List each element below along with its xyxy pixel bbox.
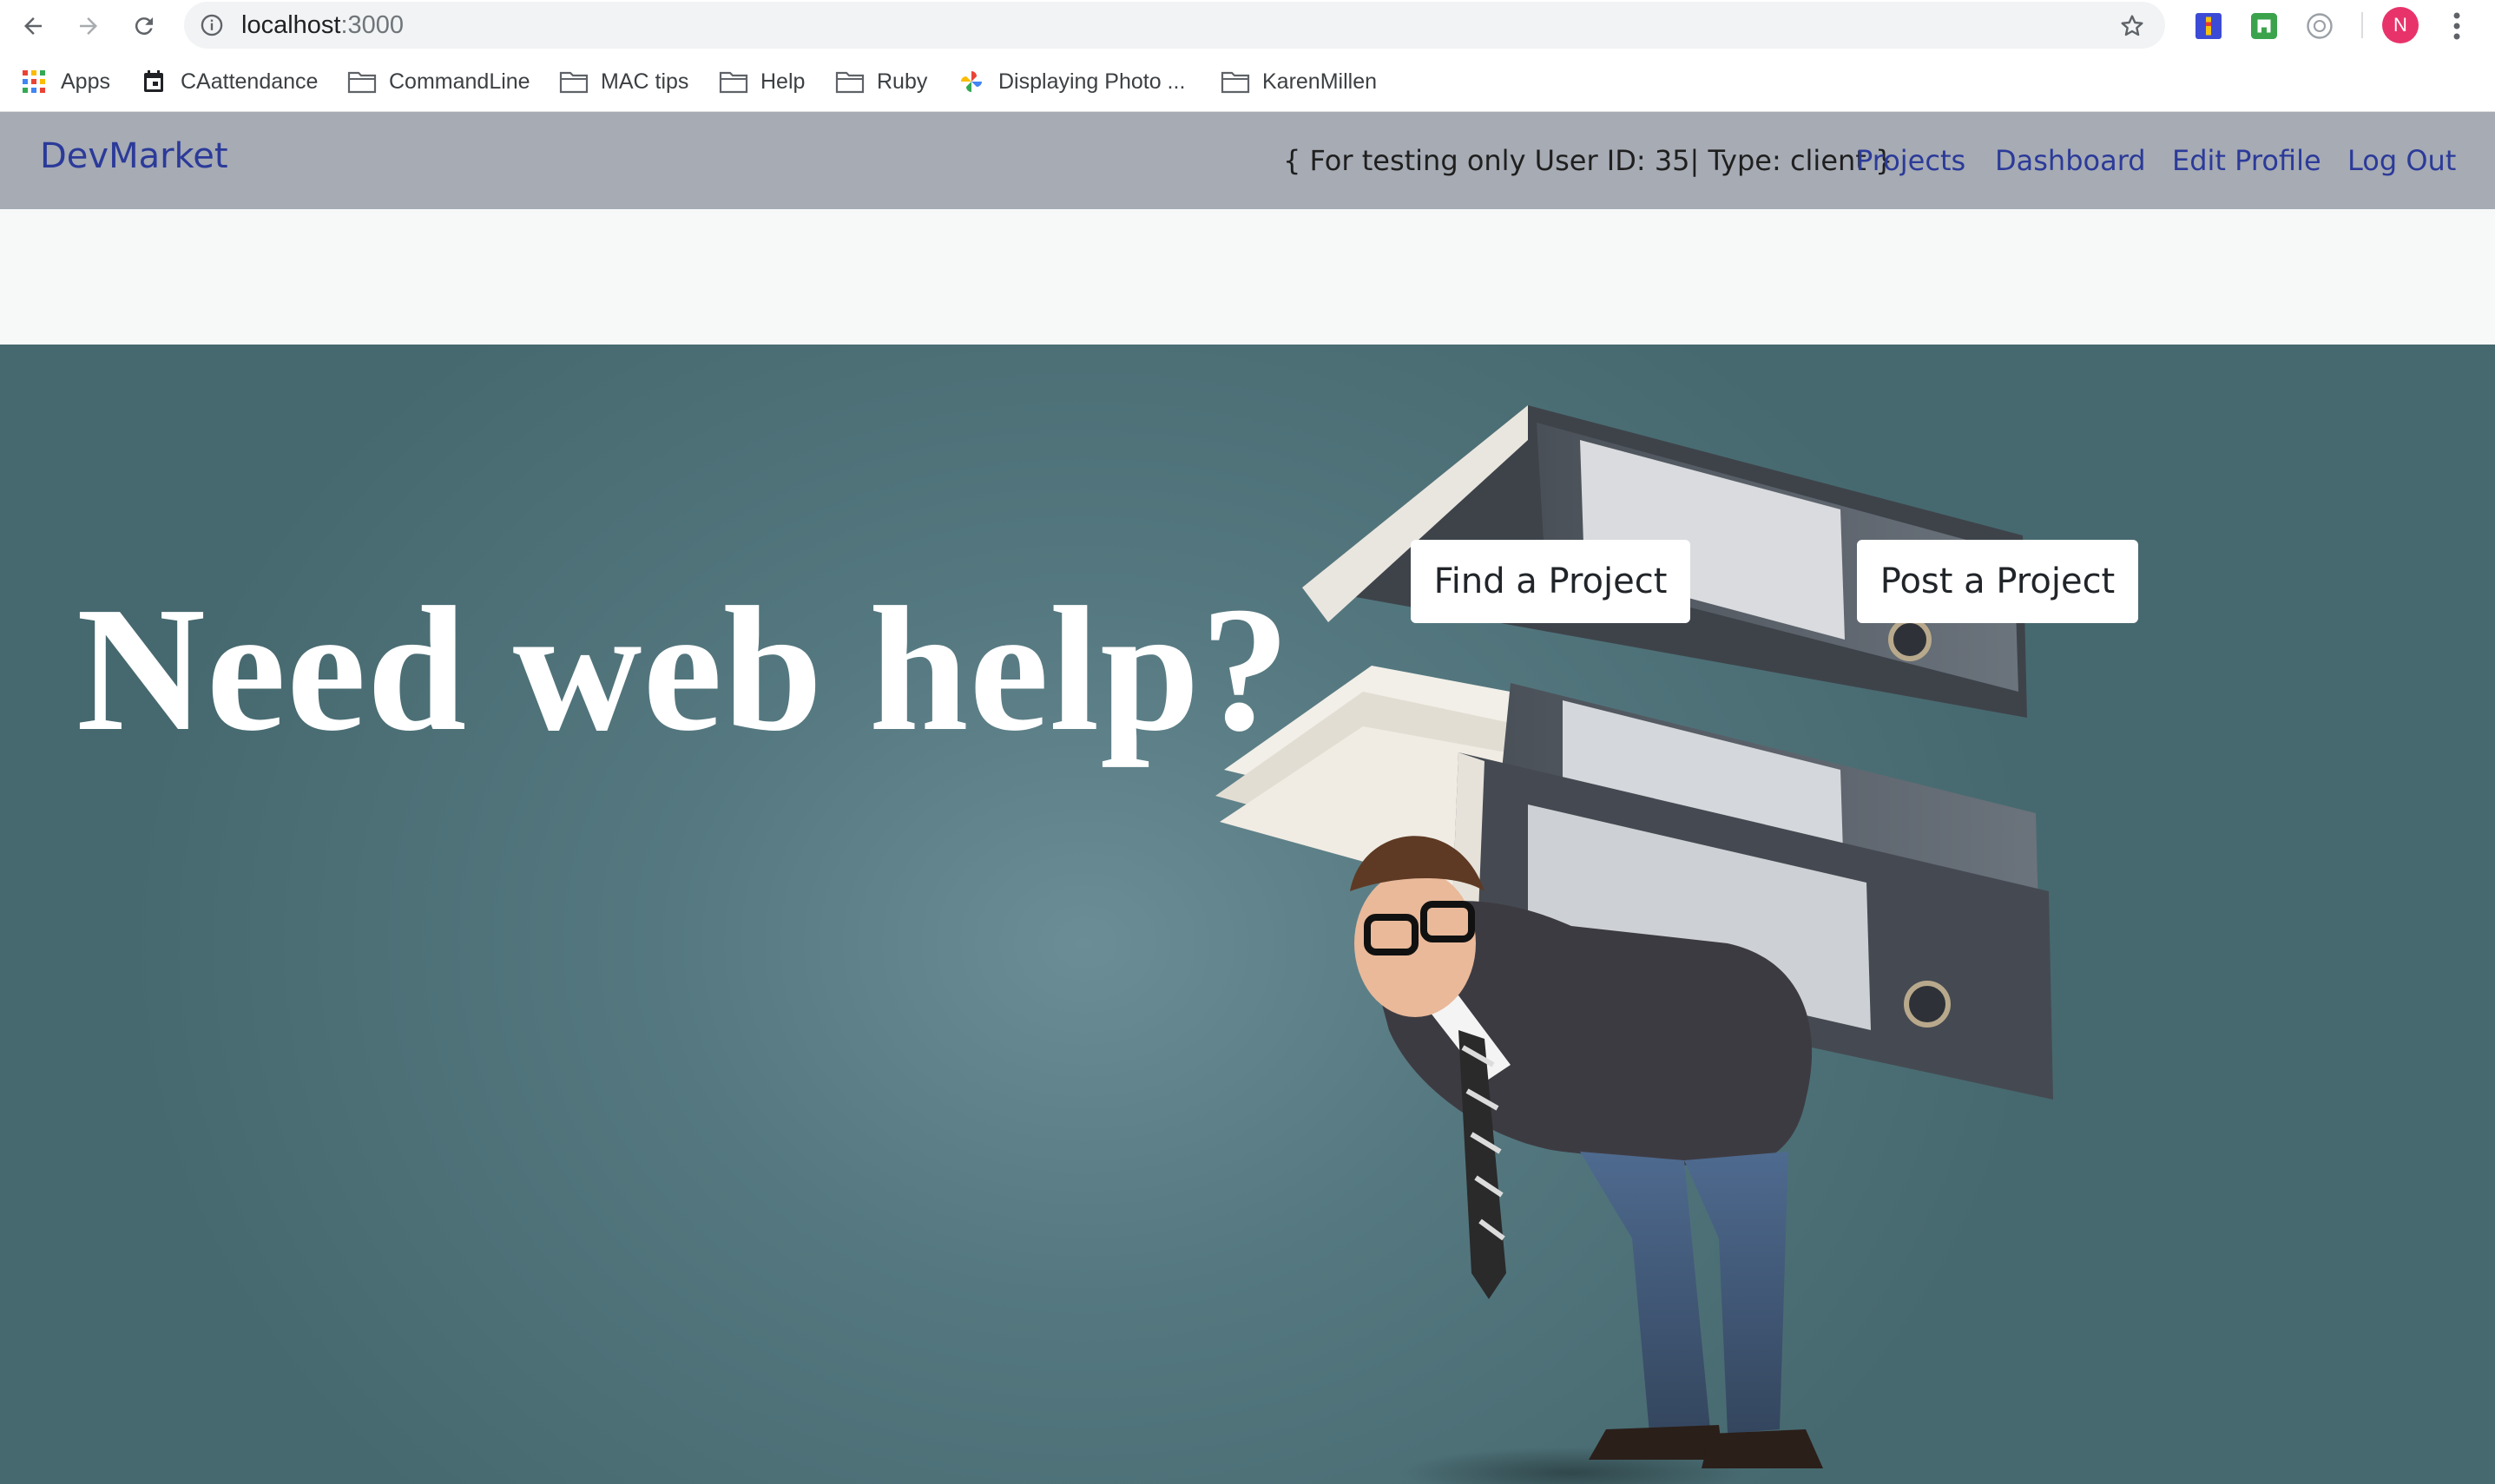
browser-toolbar: localhost:3000 N [0,0,2495,52]
bookmark-mac-tips[interactable]: MAC tips [559,66,688,97]
brand-link[interactable]: DevMarket [40,136,228,176]
bookmark-label: KarenMillen [1262,69,1378,94]
apps-grid-icon [23,70,45,93]
testing-user-info: { For testing only User ID: 35| Type: cl… [1283,144,1893,177]
bookmark-help[interactable]: Help [719,66,805,97]
nav-projects[interactable]: Projects [1856,144,1965,177]
extension-grey-icon[interactable] [2304,10,2335,42]
extension-github-icon[interactable] [2248,10,2280,42]
site-info-icon[interactable] [200,13,224,37]
hero-section: Need web help? Find a Project Post a Pro… [0,345,2495,1484]
toolbar-divider [2361,12,2363,38]
folder-icon [835,71,865,94]
bookmark-label: CAattendance [181,69,319,94]
bookmark-label: Help [760,69,806,94]
bookmark-ruby[interactable]: Ruby [835,66,927,97]
back-icon[interactable] [12,5,54,47]
nav-log-out[interactable]: Log Out [2347,144,2456,177]
folder-icon [1221,71,1250,94]
profile-avatar[interactable]: N [2382,7,2419,43]
folder-icon [719,71,748,94]
bookmark-displaying-photo[interactable]: Displaying Photo ... [957,66,1185,97]
spacer-band [0,209,2495,345]
folder-icon [559,71,589,94]
bookmark-label: MAC tips [601,69,689,94]
bookmark-commandline[interactable]: CommandLine [347,66,530,97]
bookmark-star-icon[interactable] [2118,12,2146,40]
find-project-button[interactable]: Find a Project [1411,540,1690,623]
reload-icon[interactable] [123,5,165,47]
nav-edit-profile[interactable]: Edit Profile [2172,144,2321,177]
hero-title: Need web help? [76,569,1291,768]
bookmark-karenmillen[interactable]: KarenMillen [1221,66,1377,97]
folder-icon [347,71,377,94]
nav-dashboard[interactable]: Dashboard [1995,144,2146,177]
address-bar[interactable]: localhost:3000 [184,2,2165,49]
forward-icon[interactable] [68,5,109,47]
bookmark-label: CommandLine [389,69,530,94]
bookmark-apps[interactable]: Apps [19,66,110,97]
bookmark-label: Displaying Photo ... [998,69,1186,94]
post-project-button[interactable]: Post a Project [1857,540,2138,623]
bookmarks-bar: Apps CAattendance CommandLine MAC tips H… [0,52,2495,112]
more-menu-icon[interactable] [2445,9,2469,43]
photos-pinwheel-icon [961,71,982,92]
bookmark-label: Apps [61,69,110,94]
bookmark-label: Ruby [877,69,928,94]
url-text: localhost:3000 [241,11,405,39]
app-navbar: DevMarket { For testing only User ID: 35… [0,112,2495,209]
extension-lighthouse-icon[interactable] [2193,10,2224,42]
bookmark-caattendance[interactable]: CAattendance [139,66,318,97]
calendar-icon [144,70,163,92]
